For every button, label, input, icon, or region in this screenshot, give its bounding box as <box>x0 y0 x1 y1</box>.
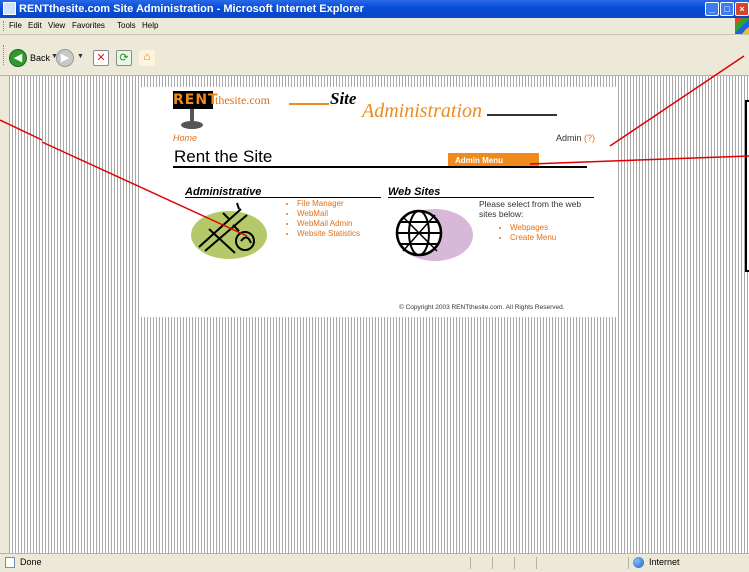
forward-arrow-icon[interactable]: ▶ <box>56 49 74 67</box>
title-divider <box>173 166 587 168</box>
admin-user-label: Admin (?) <box>556 133 595 143</box>
logo-sign-base <box>181 121 203 129</box>
admin-help-link[interactable]: (?) <box>584 133 595 143</box>
header-decor-line-left <box>289 103 329 105</box>
menu-file[interactable]: File <box>9 21 22 30</box>
status-divider <box>470 557 471 569</box>
header-decor-line-right <box>487 114 557 116</box>
right-popup-box <box>745 100 749 272</box>
webmail-link[interactable]: WebMail <box>297 209 328 218</box>
list-item: Website Statistics <box>297 229 360 239</box>
home-icon[interactable]: ⌂ <box>139 50 155 66</box>
maximize-button[interactable]: □ <box>720 2 734 16</box>
page-icon <box>5 557 15 568</box>
toolbar: ◀ Back ▼ ▶ ▼ ✕ ⟳ ⌂ <box>0 35 749 76</box>
websites-links: Webpages Create Menu <box>496 223 556 243</box>
minimize-button[interactable]: _ <box>705 2 719 16</box>
header-site-word: Site <box>330 89 357 108</box>
menu-edit[interactable]: Edit <box>28 21 42 30</box>
windows-logo-icon <box>735 18 749 34</box>
file-manager-link[interactable]: File Manager <box>297 199 344 208</box>
header-administration-word: Administration <box>362 100 483 122</box>
window-title-bar: RENTthesite.com Site Administration - Mi… <box>0 0 749 18</box>
list-item: Create Menu <box>510 233 556 243</box>
internet-globe-icon <box>633 557 644 568</box>
status-divider <box>514 557 515 569</box>
menubar-grip <box>3 21 6 31</box>
create-menu-link[interactable]: Create Menu <box>510 233 556 242</box>
window-title: RENTthesite.com Site Administration - Mi… <box>19 3 364 15</box>
toolbar-grip <box>3 45 6 65</box>
back-button-label[interactable]: Back <box>30 53 50 63</box>
admin-label-text: Admin <box>556 133 582 143</box>
list-item: WebMail <box>297 209 360 219</box>
copyright-footer: © Copyright 2003 RENTthesite.com. All Ri… <box>399 304 565 311</box>
status-divider <box>492 557 493 569</box>
status-divider <box>536 557 537 569</box>
list-item: File Manager <box>297 199 360 209</box>
page-viewport[interactable]: RENT thesite.com Site Administration Hom… <box>9 76 749 553</box>
close-button[interactable]: × <box>735 2 749 16</box>
admin-panel: RENT thesite.com Site Administration Hom… <box>141 87 616 317</box>
status-text: Done <box>20 557 42 567</box>
status-divider <box>628 557 629 569</box>
security-zone-text: Internet <box>649 557 680 567</box>
back-arrow-icon[interactable]: ◀ <box>9 49 27 67</box>
menu-tools[interactable]: Tools <box>117 21 136 30</box>
logo-thesite-text: thesite.com <box>215 93 270 107</box>
administrative-links: File Manager WebMail WebMail Admin Websi… <box>283 199 360 239</box>
administrative-rule <box>185 197 381 198</box>
ie-icon <box>3 2 16 15</box>
webpages-link[interactable]: Webpages <box>510 223 548 232</box>
administrative-clipart <box>191 202 267 259</box>
home-link[interactable]: Home <box>173 133 197 143</box>
menu-bar: File Edit View Favorites Tools Help <box>0 18 749 35</box>
websites-globe-clipart <box>395 209 473 261</box>
webmail-admin-link[interactable]: WebMail Admin <box>297 219 352 228</box>
logo-rent-text: RENT <box>173 91 219 109</box>
websites-intro-text: Please select from the web sites below: <box>479 199 582 219</box>
website-statistics-link[interactable]: Website Statistics <box>297 229 360 238</box>
forward-dropdown-icon[interactable]: ▼ <box>77 53 84 60</box>
websites-rule <box>388 197 594 198</box>
list-item: Webpages <box>510 223 556 233</box>
refresh-icon[interactable]: ⟳ <box>116 50 132 66</box>
menu-help[interactable]: Help <box>142 21 158 30</box>
status-bar: Done Internet <box>0 553 749 572</box>
menu-favorites[interactable]: Favorites <box>72 21 105 30</box>
page-title: Rent the Site <box>174 147 273 166</box>
stop-icon[interactable]: ✕ <box>93 50 109 66</box>
list-item: WebMail Admin <box>297 219 360 229</box>
menu-view[interactable]: View <box>48 21 65 30</box>
rentthesite-logo: RENT thesite.com <box>173 91 270 133</box>
left-gutter <box>0 76 9 553</box>
